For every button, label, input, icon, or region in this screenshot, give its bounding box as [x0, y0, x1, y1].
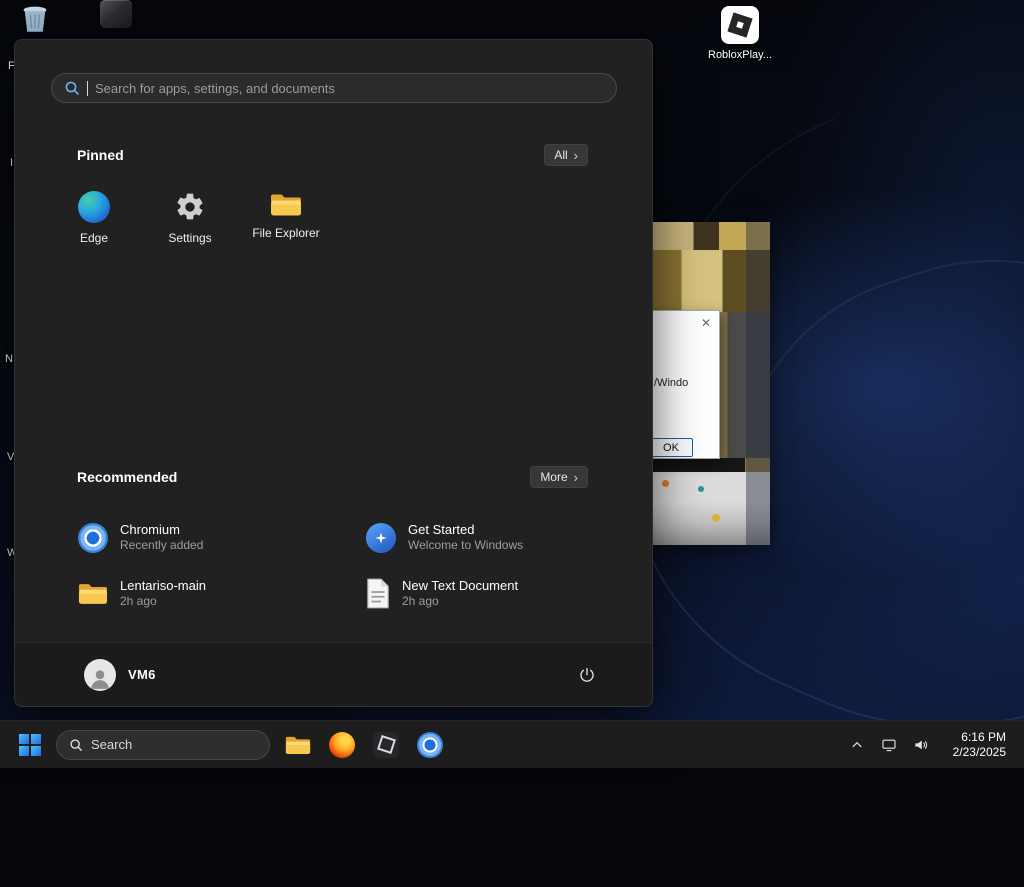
- pinned-app-label: Edge: [80, 231, 108, 245]
- folder-icon: [270, 191, 302, 218]
- start-search-input[interactable]: [95, 81, 604, 96]
- pinned-title: Pinned: [77, 147, 124, 163]
- chromium-icon: [417, 732, 443, 758]
- recommended-item-subtitle: Welcome to Windows: [408, 538, 523, 553]
- firefox-taskbar-icon[interactable]: [322, 725, 362, 765]
- volume-icon[interactable]: [907, 729, 935, 761]
- image-dot: [698, 486, 704, 492]
- search-icon: [64, 80, 80, 96]
- recommended-item-subtitle: 2h ago: [120, 594, 206, 609]
- dialog-message: /Windo: [654, 377, 688, 389]
- windows-logo-icon: [18, 733, 42, 757]
- window-edge: [746, 222, 770, 545]
- user-profile-button[interactable]: VM6: [78, 653, 166, 697]
- firefox-icon: [329, 732, 355, 758]
- recommended-item-title: Lentariso-main: [120, 578, 206, 594]
- taskbar: Search: [0, 720, 1024, 768]
- clock-date: 2/23/2025: [953, 745, 1006, 760]
- roblox-player-label: RobloxPlay...: [708, 49, 772, 61]
- start-button[interactable]: [10, 725, 50, 765]
- chromium-taskbar-icon[interactable]: [410, 725, 450, 765]
- all-button-label: All: [554, 148, 567, 162]
- pinned-app-file-explorer[interactable]: File Explorer: [238, 185, 334, 275]
- recommended-item-subtitle: Recently added: [120, 538, 203, 553]
- recommended-item-lentariso[interactable]: Lentariso-main 2h ago: [78, 566, 366, 618]
- chromium-icon: [78, 523, 108, 553]
- document-icon: [366, 578, 390, 609]
- more-button-label: More: [540, 470, 567, 484]
- gear-icon: [174, 191, 206, 223]
- display-network-icon[interactable]: [875, 729, 903, 761]
- pinned-app-edge[interactable]: Edge: [46, 185, 142, 275]
- search-icon: [69, 738, 83, 752]
- recommended-item-chromium[interactable]: Chromium Recently added: [78, 510, 366, 562]
- image-dot: [662, 480, 669, 487]
- recycle-bin-icon[interactable]: [20, 2, 50, 34]
- system-tray: 6:16 PM 2/23/2025: [843, 728, 1012, 762]
- app-shape: [100, 0, 132, 28]
- all-button[interactable]: All ›: [544, 144, 588, 166]
- taskbar-search[interactable]: Search: [56, 730, 270, 760]
- desktop-label-fragment: I: [10, 157, 13, 169]
- desktop-app-icon[interactable]: [100, 0, 132, 28]
- roblox-logo: [721, 6, 759, 44]
- ok-button[interactable]: OK: [649, 438, 693, 457]
- clock-time: 6:16 PM: [953, 730, 1006, 745]
- text-caret: [87, 81, 88, 96]
- start-menu: Pinned All › Edge Settings File Explorer: [14, 39, 653, 707]
- pinned-apps-grid: Edge Settings File Explorer: [46, 185, 334, 275]
- start-search-box[interactable]: [51, 73, 617, 103]
- desktop-label-fragment: N: [5, 353, 13, 365]
- tray-chevron-up-icon[interactable]: [843, 729, 871, 761]
- taskbar-app-icons: [278, 725, 450, 765]
- get-started-icon: [366, 523, 396, 553]
- user-name: VM6: [128, 667, 156, 682]
- trash-icon: [20, 2, 50, 34]
- pinned-app-label: File Explorer: [252, 226, 319, 240]
- close-icon[interactable]: ✕: [701, 316, 711, 330]
- avatar: [84, 659, 116, 691]
- roblox-player-icon[interactable]: RobloxPlay...: [706, 6, 774, 61]
- taskbar-clock[interactable]: 6:16 PM 2/23/2025: [947, 728, 1012, 762]
- folder-icon: [285, 734, 311, 756]
- recommended-item-title: New Text Document: [402, 578, 518, 594]
- power-button[interactable]: [570, 658, 604, 692]
- recommended-title: Recommended: [77, 469, 177, 485]
- recommended-item-get-started[interactable]: Get Started Welcome to Windows: [366, 510, 612, 562]
- edge-icon: [78, 191, 110, 223]
- pinned-app-settings[interactable]: Settings: [142, 185, 238, 275]
- start-menu-user-bar: VM6: [15, 642, 652, 706]
- chevron-right-icon: ›: [574, 471, 578, 484]
- recommended-item-subtitle: 2h ago: [402, 594, 518, 609]
- pinned-app-label: Settings: [168, 231, 211, 245]
- recommended-grid: Chromium Recently added Get Started Welc…: [78, 510, 612, 618]
- power-icon: [578, 666, 596, 684]
- recommended-item-title: Chromium: [120, 522, 203, 538]
- person-icon: [87, 665, 113, 691]
- image-dot: [712, 514, 720, 522]
- recommended-item-new-text-document[interactable]: New Text Document 2h ago: [366, 566, 612, 618]
- roblox-dark-icon: [373, 732, 399, 758]
- chevron-right-icon: ›: [574, 149, 578, 162]
- file-explorer-taskbar-icon[interactable]: [278, 725, 318, 765]
- taskbar-search-label: Search: [91, 737, 132, 752]
- recommended-item-title: Get Started: [408, 522, 523, 538]
- folder-icon: [78, 581, 108, 606]
- roblox-taskbar-icon[interactable]: [366, 725, 406, 765]
- roblox-mark: [727, 12, 752, 37]
- more-button[interactable]: More ›: [530, 466, 588, 488]
